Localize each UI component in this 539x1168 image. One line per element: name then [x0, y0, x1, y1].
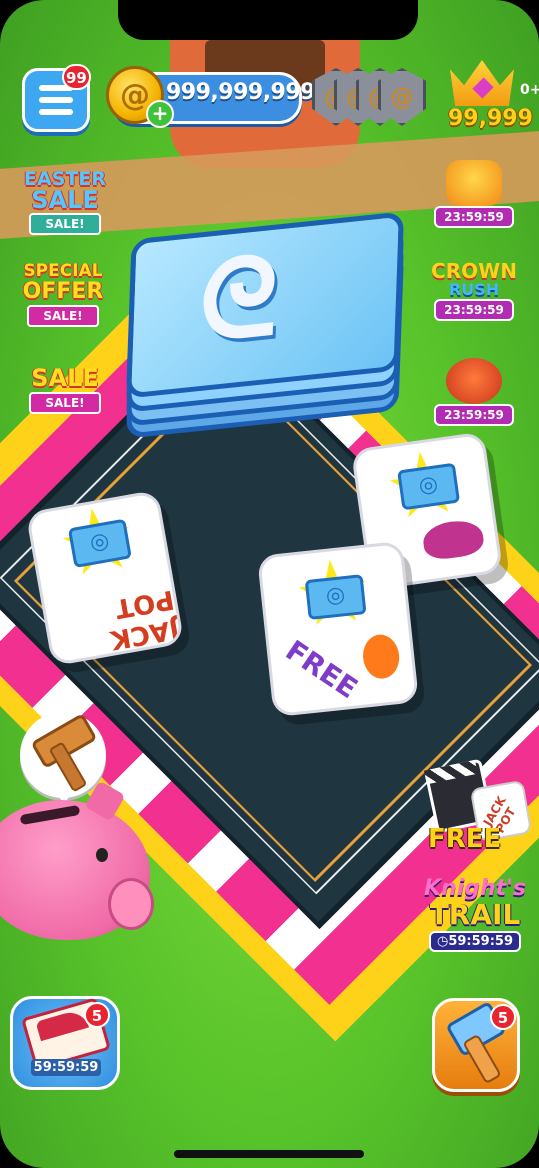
hammer-icon-handle	[462, 1033, 502, 1085]
home-indicator[interactable]	[174, 1150, 364, 1158]
sale-ribbon: SALE!	[29, 213, 101, 235]
ticket-icon: ◎	[397, 462, 461, 511]
crown-count: 99,999	[448, 106, 533, 131]
ticket-icon: ◎	[304, 574, 367, 620]
event-title-2: SALE	[31, 186, 99, 214]
piggy-eye	[96, 848, 108, 862]
free-jackpot-button[interactable]: JACK POT FREE	[408, 758, 533, 870]
event-time: 23:59:59	[434, 206, 514, 228]
album-timer: 59:59:59	[31, 1059, 101, 1076]
event-timer-1[interactable]: 23:59:59	[428, 160, 520, 228]
free-label: FREE	[428, 824, 502, 854]
menu-notification-badge: 99	[62, 64, 91, 90]
crown-extra-label: 0+	[520, 82, 539, 98]
deck-logo-icon: ᘓ	[197, 231, 281, 367]
character-event-icon	[446, 358, 502, 404]
knights-trail-time: 59:59:59	[448, 934, 513, 949]
dice-center[interactable]: ◎ FREE	[256, 540, 420, 718]
clock-icon: ◷	[436, 934, 449, 949]
hammer-badge: 5	[490, 1004, 516, 1030]
device-notch	[118, 0, 418, 40]
piggy-bank[interactable]	[0, 780, 160, 940]
special-offer-button[interactable]: SPECIAL OFFER SALE!	[20, 262, 106, 327]
character-event-icon	[446, 160, 502, 206]
event-title: SALE	[31, 364, 99, 392]
sale-ribbon: SALE!	[27, 305, 99, 327]
sale-button[interactable]: SALE SALE!	[22, 366, 108, 414]
album-badge: 5	[84, 1002, 110, 1028]
character-icon	[360, 632, 402, 681]
event-timer-3[interactable]: 23:59:59	[428, 358, 520, 426]
easter-sale-button[interactable]: EASTER SALE SALE!	[22, 170, 108, 235]
coin-count: 999,999,999	[166, 80, 315, 105]
piggy-snout	[108, 878, 154, 930]
dice-left[interactable]: ◎ JACK POT	[25, 489, 185, 667]
knights-trail-timer: ◷59:59:59	[428, 931, 521, 952]
knights-trail-subtitle: TRAIL	[429, 898, 521, 931]
knights-trail-button[interactable]: Knight's TRAIL ◷59:59:59	[420, 876, 530, 964]
sale-ribbon: SALE!	[29, 392, 101, 414]
crown-rush-button[interactable]: CROWN RUSH 23:59:59	[428, 259, 520, 321]
crown-rush-title: CROWN	[431, 259, 517, 283]
event-time: 23:59:59	[434, 299, 514, 321]
hamburger-icon-bar	[39, 97, 73, 103]
hammer-bubble[interactable]	[20, 712, 106, 804]
ticket-icon: ◎	[67, 518, 132, 569]
add-coins-button[interactable]: +	[146, 100, 174, 128]
hamburger-icon-bar	[39, 109, 73, 115]
game-screen: ᘓ ◎ JACK POT ◎ ◎ FREE 99 @ 999,999,999 +…	[0, 0, 539, 1168]
card-deck[interactable]: ᘓ	[125, 211, 410, 439]
shield-counter[interactable]: @ @ @ @	[312, 68, 440, 126]
event-time: 23:59:59	[434, 404, 514, 426]
character-icon	[421, 517, 486, 562]
dice-free-label: FREE	[279, 633, 364, 706]
event-title-2: OFFER	[22, 279, 104, 304]
